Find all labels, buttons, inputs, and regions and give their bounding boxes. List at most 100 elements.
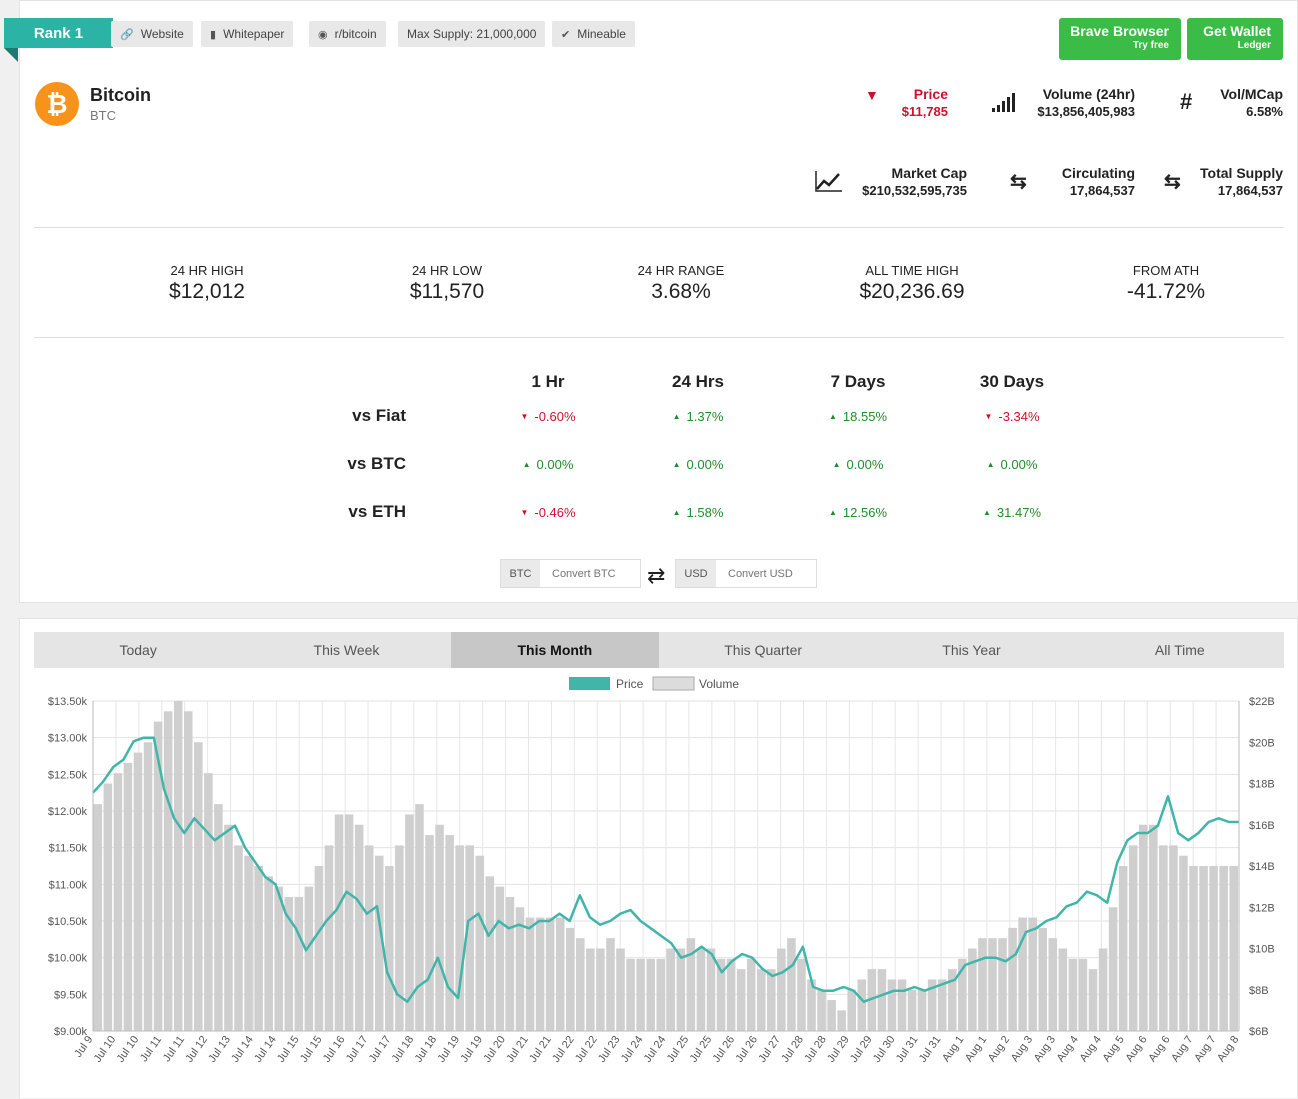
perf-value: ▲ 0.00% (798, 457, 918, 472)
volume-bar (897, 979, 907, 1031)
volume-bar (455, 845, 464, 1031)
kpi-value: -41.72% (1126, 280, 1206, 303)
volume-bar (1209, 866, 1218, 1031)
get-wallet-button[interactable]: Get Wallet Ledger (1187, 18, 1283, 60)
total-supply-value: 17,864,537 (1217, 183, 1283, 198)
volume-bar (395, 845, 404, 1031)
perf-value: ▲ 1.58% (638, 505, 758, 520)
volume-bar (817, 989, 826, 1031)
tab-this-week[interactable]: This Week (242, 632, 450, 668)
x-tick-label: Jul 19 (458, 1034, 485, 1065)
tab-this-month[interactable]: This Month (450, 632, 659, 668)
legend-swatch-volume (652, 676, 695, 691)
brave-browser-button[interactable]: Brave Browser Try free (1059, 18, 1181, 60)
x-tick-label: Jul 14 (229, 1034, 256, 1065)
tag-label: Max Supply: 21,000,000 (407, 27, 537, 41)
promo-title: Brave Browser (1070, 23, 1169, 39)
divider (34, 337, 1284, 338)
x-tick-label: Aug 6 (1146, 1034, 1172, 1064)
kpi-24h-range: 24 HR RANGE 3.68% (581, 263, 781, 304)
x-tick-label: Aug 4 (1078, 1034, 1104, 1064)
x-tick-label: Jul 22 (550, 1034, 577, 1065)
down-arrow-icon: ▼ (984, 412, 993, 421)
up-arrow-icon: ▲ (672, 508, 681, 517)
reddit-icon: ◉ (318, 28, 328, 41)
volume-bar (1199, 866, 1208, 1031)
document-icon: ▮ (210, 28, 217, 41)
x-tick-label: Jul 12 (183, 1034, 210, 1065)
whitepaper-link[interactable]: ▮ Whitepaper (201, 21, 294, 47)
volume-bar (344, 814, 354, 1031)
price-down-icon: ▼ (865, 87, 879, 103)
volume-bar (787, 938, 796, 1031)
volume-bar (1048, 938, 1058, 1031)
volume-bar (1078, 958, 1088, 1031)
perf-value: ▲ 18.55% (798, 409, 918, 424)
x-tick-label: Jul 11 (138, 1034, 164, 1064)
y-left-tick-label: $12.50k (48, 769, 88, 781)
currency-label: BTC (501, 560, 540, 587)
x-tick-label: Jul 21 (527, 1034, 554, 1065)
volume-bar (525, 917, 535, 1031)
volume-bar (857, 979, 867, 1031)
market-cap-stat: Market Cap $210,532,595,735 (862, 165, 967, 199)
volume-bar (777, 948, 786, 1031)
volume-bar (304, 886, 314, 1031)
swap-arrows-icon[interactable]: ⇄ (647, 563, 665, 589)
perf-value: ▲ 0.00% (952, 457, 1072, 472)
tab-this-year[interactable]: This Year (867, 632, 1075, 668)
volume-bar (877, 969, 887, 1031)
up-arrow-icon: ▲ (828, 508, 837, 517)
website-link[interactable]: 🔗 Website (111, 21, 193, 47)
volume-bar (767, 969, 776, 1031)
volume-bar (204, 773, 213, 1031)
volume-bar (917, 989, 927, 1031)
x-tick-label: Aug 4 (1055, 1034, 1081, 1064)
kpi-24h-low: 24 HR LOW $11,570 (347, 263, 547, 304)
volume-bar (756, 969, 766, 1031)
coin-symbol: BTC (90, 108, 116, 123)
kpi-label: 24 HR RANGE (637, 263, 725, 278)
tab-this-quarter[interactable]: This Quarter (659, 632, 867, 668)
x-tick-label: Jul 31 (917, 1034, 944, 1065)
volume-bar (676, 948, 686, 1031)
perf-value: ▼ -0.46% (488, 505, 608, 520)
down-arrow-icon: ▼ (520, 412, 529, 421)
tab-all-time[interactable]: All Time (1076, 632, 1284, 668)
tab-today[interactable]: Today (34, 632, 242, 668)
y-left-tick-label: $10.50k (48, 916, 88, 928)
price-chart-card: Today This Week This Month This Quarter … (19, 618, 1298, 1098)
reddit-link[interactable]: ◉ r/bitcoin (309, 21, 386, 47)
promo-sub: Ledger (1237, 40, 1271, 51)
x-tick-label: Aug 5 (1101, 1034, 1127, 1064)
x-tick-label: Jul 17 (367, 1034, 394, 1065)
volume-bar (565, 927, 575, 1031)
perf-value: ▲ 0.00% (638, 457, 758, 472)
divider (34, 227, 1284, 228)
x-tick-label: Jul 15 (275, 1034, 302, 1065)
up-arrow-icon: ▲ (982, 508, 991, 517)
perf-value-text: -0.60% (534, 409, 576, 424)
convert-btc-input[interactable] (540, 560, 640, 587)
x-tick-label: Jul 10 (92, 1034, 119, 1065)
x-tick-label: Jul 10 (115, 1034, 142, 1065)
circulating-value: 17,864,537 (1069, 183, 1135, 198)
coin-summary-card: Rank 1 🔗 Website ▮ Whitepaper ◉ r/bitcoi… (4, 0, 1298, 603)
volume-value: $13,856,405,983 (1037, 104, 1135, 119)
volume-bar (314, 866, 324, 1031)
x-tick-label: Jul 18 (390, 1034, 417, 1065)
y-left-tick-label: $11.50k (49, 843, 88, 855)
x-tick-label: Jul 27 (756, 1034, 783, 1065)
x-tick-label: Jul 16 (321, 1034, 348, 1065)
y-left-tick-label: $9.00k (54, 1026, 88, 1038)
perf-column-header: 1 Hr (531, 372, 565, 391)
kpi-all-time-high: ALL TIME HIGH $20,236.69 (812, 263, 1012, 304)
volume-bar (194, 742, 203, 1031)
volume-bar (1008, 927, 1017, 1031)
convert-usd-input[interactable] (716, 560, 816, 587)
volume-bar (1149, 824, 1158, 1031)
legend-label-price: Price (616, 677, 644, 691)
up-arrow-icon: ▲ (986, 460, 995, 469)
volume-bar (244, 855, 253, 1031)
y-right-tick-label: $18B (1249, 779, 1275, 791)
